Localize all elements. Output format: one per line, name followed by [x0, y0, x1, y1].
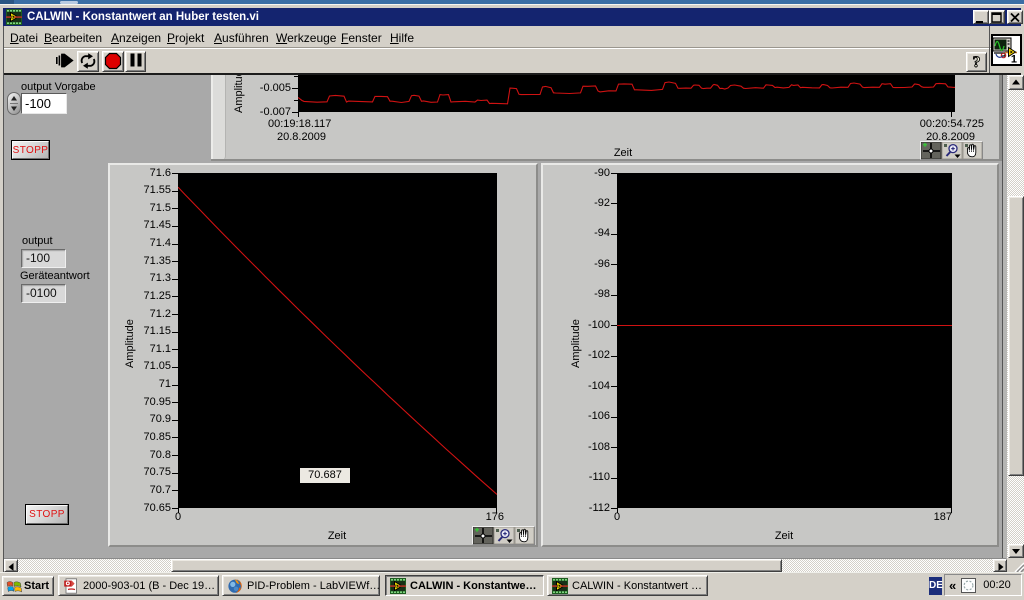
svg-text:Amplitude: Amplitude [570, 319, 582, 368]
svg-text:Amplitude: Amplitude [124, 319, 136, 368]
svg-text:Amplitude: Amplitude [233, 75, 245, 113]
svg-text:1: 1 [1011, 54, 1017, 65]
svg-text:?: ? [973, 54, 981, 70]
